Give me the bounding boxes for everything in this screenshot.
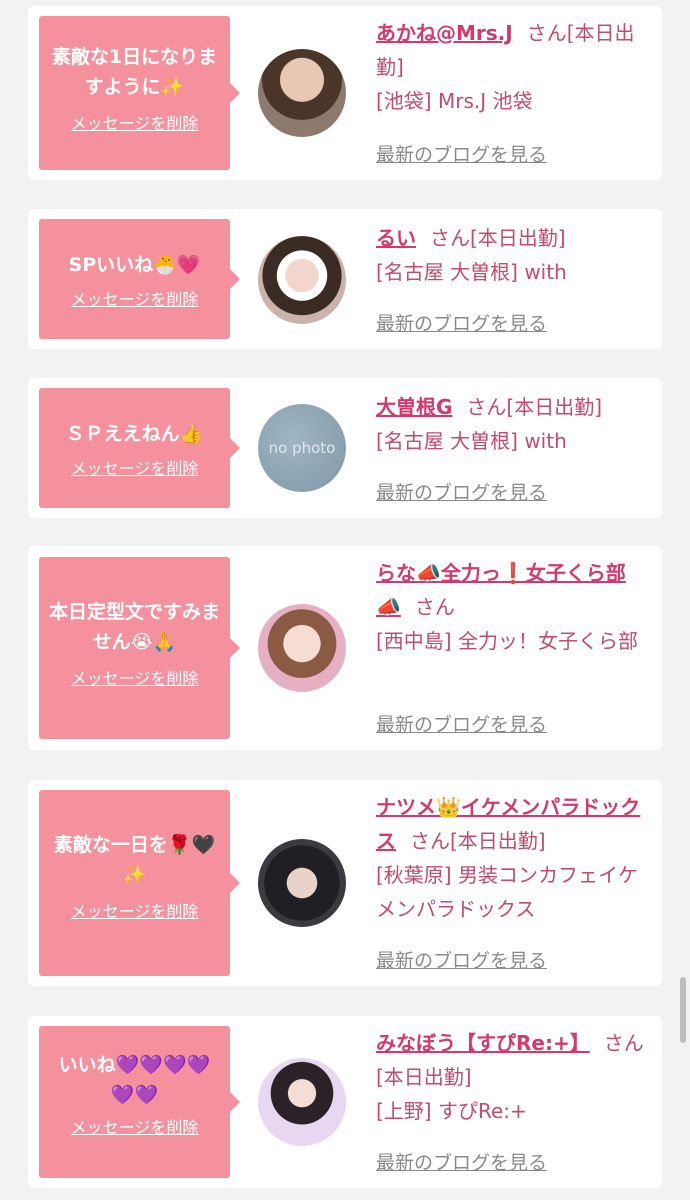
message-card: SPいいね🐣💗 メッセージを削除 るい さん[本日出勤] [名古屋 大曽根] wi… — [28, 209, 662, 349]
shop-name: [池袋] Mrs.J 池袋 — [376, 89, 533, 113]
delete-message-link[interactable]: メッセージを削除 — [71, 665, 199, 689]
cast-name-link[interactable]: るい — [376, 226, 416, 250]
cast-name-link[interactable]: 大曽根G — [376, 395, 452, 419]
cast-info: あかね@Mrs.J さん[本日出勤] [池袋] Mrs.J 池袋 — [376, 16, 648, 118]
message-text: SPいいね🐣💗 — [68, 254, 201, 276]
cast-info: らな📣全力っ❗女子くら部📣 さん [西中島] 全力ッ！女子くら部 — [376, 556, 648, 658]
message-card: 素敵な一日を🌹🖤✨ メッセージを削除 ナツメ👑イケメンパラドックス さん[本日出勤… — [28, 780, 662, 986]
latest-blog-link[interactable]: 最新のブログを見る — [376, 140, 547, 167]
delete-message-link[interactable]: メッセージを削除 — [71, 110, 199, 134]
avatar[interactable] — [258, 1058, 346, 1146]
scrollbar[interactable] — [680, 977, 686, 1043]
avatar[interactable] — [258, 236, 346, 324]
message-bubble: 素敵な一日を🌹🖤✨ メッセージを削除 — [39, 790, 240, 976]
avatar[interactable]: no photo — [258, 404, 346, 492]
shop-name: [上野] すぴRe:+ — [376, 1099, 527, 1123]
latest-blog-link[interactable]: 最新のブログを見る — [376, 1148, 547, 1175]
delete-message-link[interactable]: メッセージを削除 — [71, 286, 199, 310]
message-text: いいね💜💜💜💜💜💜 — [58, 1054, 211, 1106]
message-text: 本日定型文ですみません😭🙏 — [48, 601, 220, 653]
cast-status: さん[本日出勤] — [466, 395, 603, 419]
cast-info: ナツメ👑イケメンパラドックス さん[本日出勤] [秋葉原] 男装コンカフェイケメン… — [376, 790, 648, 926]
message-bubble: ＳＰええねん👍 メッセージを削除 — [39, 388, 240, 508]
delete-message-link[interactable]: メッセージを削除 — [71, 898, 199, 922]
message-bubble: 本日定型文ですみません😭🙏 メッセージを削除 — [39, 557, 240, 739]
delete-message-link[interactable]: メッセージを削除 — [71, 455, 199, 479]
shop-name: [名古屋 大曽根] with — [376, 429, 567, 453]
cast-name-link[interactable]: らな📣全力っ❗女子くら部📣 — [376, 561, 626, 619]
avatar[interactable] — [258, 604, 346, 692]
no-photo-placeholder: no photo — [258, 404, 346, 492]
message-card: ＳＰええねん👍 メッセージを削除 no photo 大曽根G さん[本日出勤] [… — [28, 378, 662, 518]
cast-status: さん — [414, 595, 455, 619]
avatar[interactable] — [258, 49, 346, 137]
message-bubble: 素敵な1日になりますように✨ メッセージを削除 — [39, 16, 240, 170]
message-card: いいね💜💜💜💜💜💜 メッセージを削除 みなぼう【すぴRe:+】 さん[本日出勤] … — [28, 1016, 662, 1188]
cast-status: さん[本日出勤] — [410, 829, 546, 853]
latest-blog-link[interactable]: 最新のブログを見る — [376, 309, 547, 336]
latest-blog-link[interactable]: 最新のブログを見る — [376, 710, 547, 737]
cast-name-link[interactable]: あかね@Mrs.J — [376, 21, 513, 45]
cast-info: るい さん[本日出勤] [名古屋 大曽根] with — [376, 221, 648, 289]
message-card: 本日定型文ですみません😭🙏 メッセージを削除 らな📣全力っ❗女子くら部📣 さん [… — [28, 546, 662, 750]
shop-name: [秋葉原] 男装コンカフェイケメンパラドックス — [376, 863, 638, 921]
message-text: 素敵な1日になりますように✨ — [51, 46, 218, 98]
message-bubble: SPいいね🐣💗 メッセージを削除 — [39, 219, 240, 339]
latest-blog-link[interactable]: 最新のブログを見る — [376, 478, 547, 505]
delete-message-link[interactable]: メッセージを削除 — [71, 1114, 199, 1138]
message-bubble: いいね💜💜💜💜💜💜 メッセージを削除 — [39, 1026, 240, 1178]
message-text: 素敵な一日を🌹🖤✨ — [53, 834, 216, 886]
latest-blog-link[interactable]: 最新のブログを見る — [376, 946, 547, 973]
message-card: 素敵な1日になりますように✨ メッセージを削除 あかね@Mrs.J さん[本日出勤… — [28, 6, 662, 180]
cast-info: みなぼう【すぴRe:+】 さん[本日出勤] [上野] すぴRe:+ — [376, 1026, 648, 1128]
shop-name: [西中島] 全力ッ！女子くら部 — [376, 629, 638, 653]
avatar[interactable] — [258, 839, 346, 927]
cast-name-link[interactable]: みなぼう【すぴRe:+】 — [376, 1031, 590, 1055]
message-text: ＳＰええねん👍 — [65, 423, 204, 445]
shop-name: [名古屋 大曽根] with — [376, 260, 567, 284]
cast-status: さん[本日出勤] — [430, 226, 566, 250]
cast-info: 大曽根G さん[本日出勤] [名古屋 大曽根] with — [376, 390, 648, 458]
